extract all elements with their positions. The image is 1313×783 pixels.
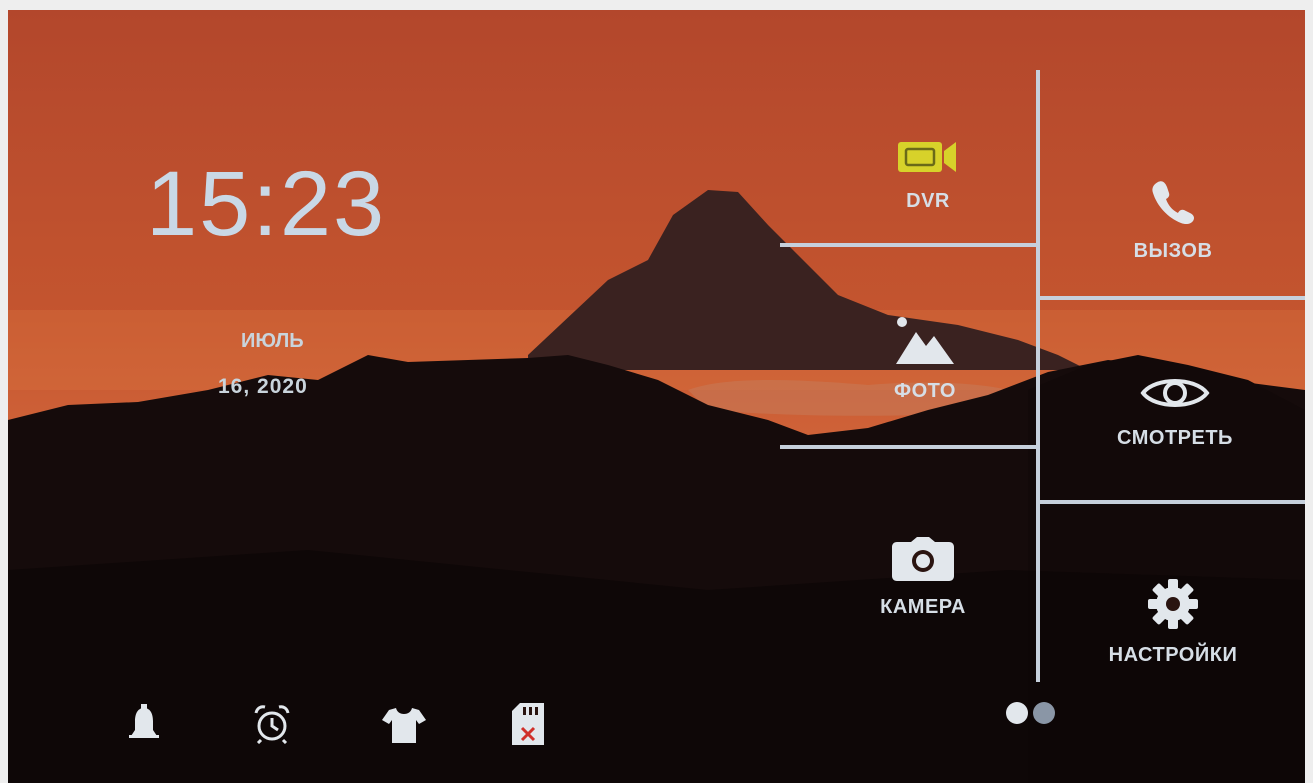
date-month: ИЮЛЬ (241, 330, 304, 352)
bell-icon (129, 704, 159, 738)
grid-divider-monitor (1040, 500, 1305, 504)
shirt-icon (382, 708, 426, 743)
grid-divider-dvr (780, 243, 1038, 247)
sd-card-error-icon (512, 703, 544, 745)
alarm-clock-icon (254, 705, 290, 744)
grid-divider-photo (780, 445, 1038, 449)
phone-icon (1152, 181, 1194, 225)
grid-divider-call (1040, 296, 1305, 300)
gear-icon (1148, 579, 1198, 629)
camera-icon (892, 537, 954, 581)
settings-label: НАСТРОЙКИ (1108, 644, 1238, 666)
page-dot-1[interactable] (1006, 702, 1028, 724)
call-tile[interactable]: ВЫЗОВ (1103, 176, 1243, 263)
page-dot-2[interactable] (1033, 702, 1055, 724)
video-camera-icon (898, 142, 956, 172)
intercom-screen: 15:23 ИЮЛЬ 16, 2020 DVR ВЫЗОВ ФОТО СМОТР… (8, 10, 1305, 783)
photo-tile[interactable]: ФОТО (860, 314, 990, 403)
camera-tile[interactable]: КАМЕРА (853, 536, 993, 619)
monitor-tile[interactable]: СМОТРЕТЬ (1090, 373, 1260, 450)
clock-time: 15:23 (146, 153, 387, 255)
eye-icon (1140, 379, 1210, 407)
dvr-label: DVR (906, 190, 950, 212)
photo-label: ФОТО (894, 380, 956, 402)
camera-label: КАМЕРА (880, 596, 966, 618)
date-day-year: 16, 2020 (218, 375, 308, 398)
monitor-label: СМОТРЕТЬ (1117, 427, 1233, 449)
settings-tile[interactable]: НАСТРОЙКИ (1078, 578, 1268, 667)
call-label: ВЫЗОВ (1133, 240, 1213, 262)
grid-divider-vertical (1036, 70, 1040, 682)
image-icon (896, 317, 954, 364)
dvr-tile[interactable]: DVR (868, 138, 988, 213)
